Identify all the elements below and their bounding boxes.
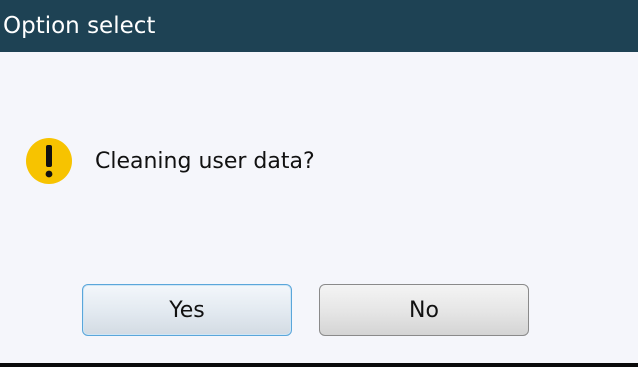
no-button-label: No (409, 297, 439, 323)
title-bar: Option select (0, 0, 638, 52)
yes-button-label: Yes (169, 297, 205, 323)
no-button[interactable]: No (319, 284, 529, 336)
option-select-dialog: Option select Cleaning user data? Yes No (0, 0, 638, 367)
warning-icon (26, 138, 72, 184)
bottom-divider (0, 363, 638, 367)
yes-button[interactable]: Yes (82, 284, 292, 336)
dialog-title: Option select (3, 13, 156, 39)
dialog-message: Cleaning user data? (95, 149, 315, 174)
